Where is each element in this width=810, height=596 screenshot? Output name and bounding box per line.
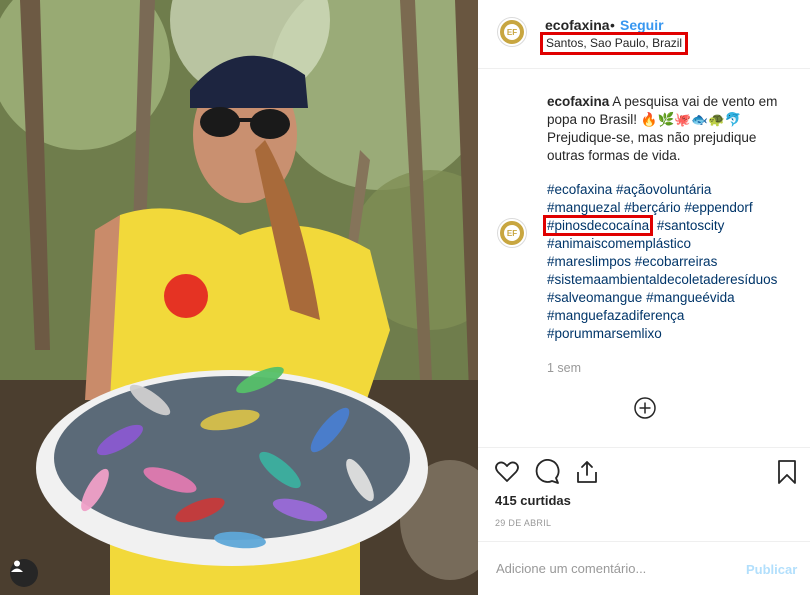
location-link[interactable]: Santos, Sao Paulo, Brazil [540, 32, 689, 55]
comment-composer: Publicar [478, 541, 810, 596]
avatar[interactable]: EF [497, 17, 527, 47]
comment-input[interactable] [494, 560, 728, 577]
plus-circle-icon[interactable] [634, 397, 656, 419]
caption-username[interactable]: ecofaxina [547, 94, 609, 109]
separator-dot: • [610, 17, 615, 33]
likes-count[interactable]: 415 curtidas [495, 493, 571, 508]
post-header: EF ecofaxina • Seguir Santos, Sao Paulo,… [478, 0, 810, 69]
post-side-panel: EF ecofaxina • Seguir Santos, Sao Paulo,… [478, 0, 810, 595]
hashtag-highlighted[interactable]: #pinosdecocaína [543, 215, 654, 236]
share-icon[interactable] [574, 459, 600, 485]
publish-button[interactable]: Publicar [746, 562, 797, 577]
hashtag-list: #ecofaxina #açãovoluntária #manguezal #b… [543, 181, 797, 343]
hashtag-line[interactable]: #sistemaambientaldecoletaderesíduos [547, 271, 797, 289]
hashtag-line[interactable]: #mareslimpos #ecobarreiras [547, 253, 797, 271]
hashtag-link[interactable]: #santoscity [653, 218, 725, 233]
user-tag-icon[interactable] [10, 559, 38, 587]
comment-icon[interactable] [534, 459, 560, 485]
hashtag-line[interactable]: #manguefazadiferença [547, 307, 797, 325]
hashtag-line[interactable]: #ecofaxina #açãovoluntária [547, 181, 797, 199]
post-date: 29 DE ABRIL [495, 518, 552, 528]
photo-illustration [0, 0, 478, 595]
caption: ecofaxina A pesquisa vai de vento em pop… [543, 93, 797, 343]
post-photo[interactable] [0, 0, 478, 595]
svg-text:EF: EF [507, 28, 517, 37]
action-bar [478, 447, 810, 448]
hashtag-line[interactable]: #salveomangue #mangueévida [547, 289, 797, 307]
hashtag-line: #pinosdecocaína #santoscity [543, 215, 797, 236]
hashtag-line[interactable]: #porummarsemlixo [547, 325, 797, 343]
caption-avatar[interactable]: EF [497, 218, 527, 248]
caption-time: 1 sem [547, 361, 582, 375]
username-link[interactable]: ecofaxina [545, 17, 610, 33]
bookmark-icon[interactable] [774, 459, 800, 485]
follow-button[interactable]: Seguir [620, 17, 664, 33]
heart-icon[interactable] [494, 459, 520, 485]
caption-body: ecofaxina A pesquisa vai de vento em pop… [547, 93, 797, 165]
hashtag-line[interactable]: #animaiscomemplástico [547, 235, 797, 253]
instagram-post: EF ecofaxina • Seguir Santos, Sao Paulo,… [0, 0, 810, 595]
svg-text:EF: EF [507, 229, 517, 238]
